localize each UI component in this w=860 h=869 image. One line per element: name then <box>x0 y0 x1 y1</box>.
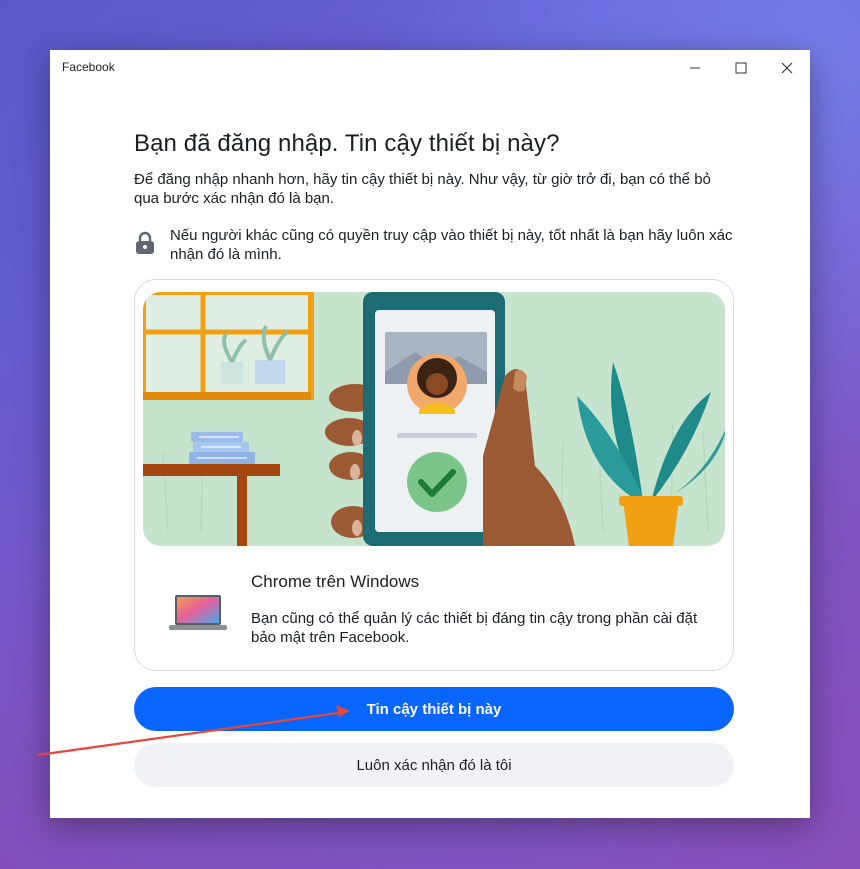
title-bar[interactable]: Facebook <box>50 50 810 86</box>
subtitle: Để đăng nhập nhanh hơn, hãy tin cậy thiế… <box>134 171 711 207</box>
trusted-device-card: Chrome trên Windows Bạn cũng có thể quản… <box>134 279 734 671</box>
security-note: Nếu người khác cũng có quyền truy cập và… <box>134 226 734 264</box>
dialog-content: Bạn đã đăng nhập. Tin cậy thiết bị này? … <box>134 130 734 264</box>
app-window: Facebook Bạn đã đăng nhập. Tin cậy thiết… <box>50 50 810 818</box>
laptop-icon <box>169 595 227 630</box>
device-info: Chrome trên Windows Bạn cũng có thể quản… <box>135 556 733 666</box>
trust-device-button[interactable]: Tin cậy thiết bị này <box>134 687 734 731</box>
maximize-icon <box>735 62 747 74</box>
device-title: Chrome trên Windows <box>251 572 420 591</box>
minimize-button[interactable] <box>672 50 718 86</box>
minimize-icon <box>690 67 700 69</box>
window-title: Facebook <box>62 60 115 74</box>
always-confirm-button[interactable]: Luôn xác nhận đó là tôi <box>134 743 734 787</box>
security-note-text: Nếu người khác cũng có quyền truy cập và… <box>170 227 733 263</box>
maximize-button[interactable] <box>718 50 764 86</box>
lock-icon <box>136 231 154 254</box>
page-title: Bạn đã đăng nhập. Tin cậy thiết bị này? <box>134 130 560 157</box>
close-button[interactable] <box>764 50 810 86</box>
close-icon <box>781 62 793 74</box>
phone-verification-illustration <box>143 292 725 546</box>
device-description: Bạn cũng có thể quản lý các thiết bị đán… <box>251 610 698 646</box>
